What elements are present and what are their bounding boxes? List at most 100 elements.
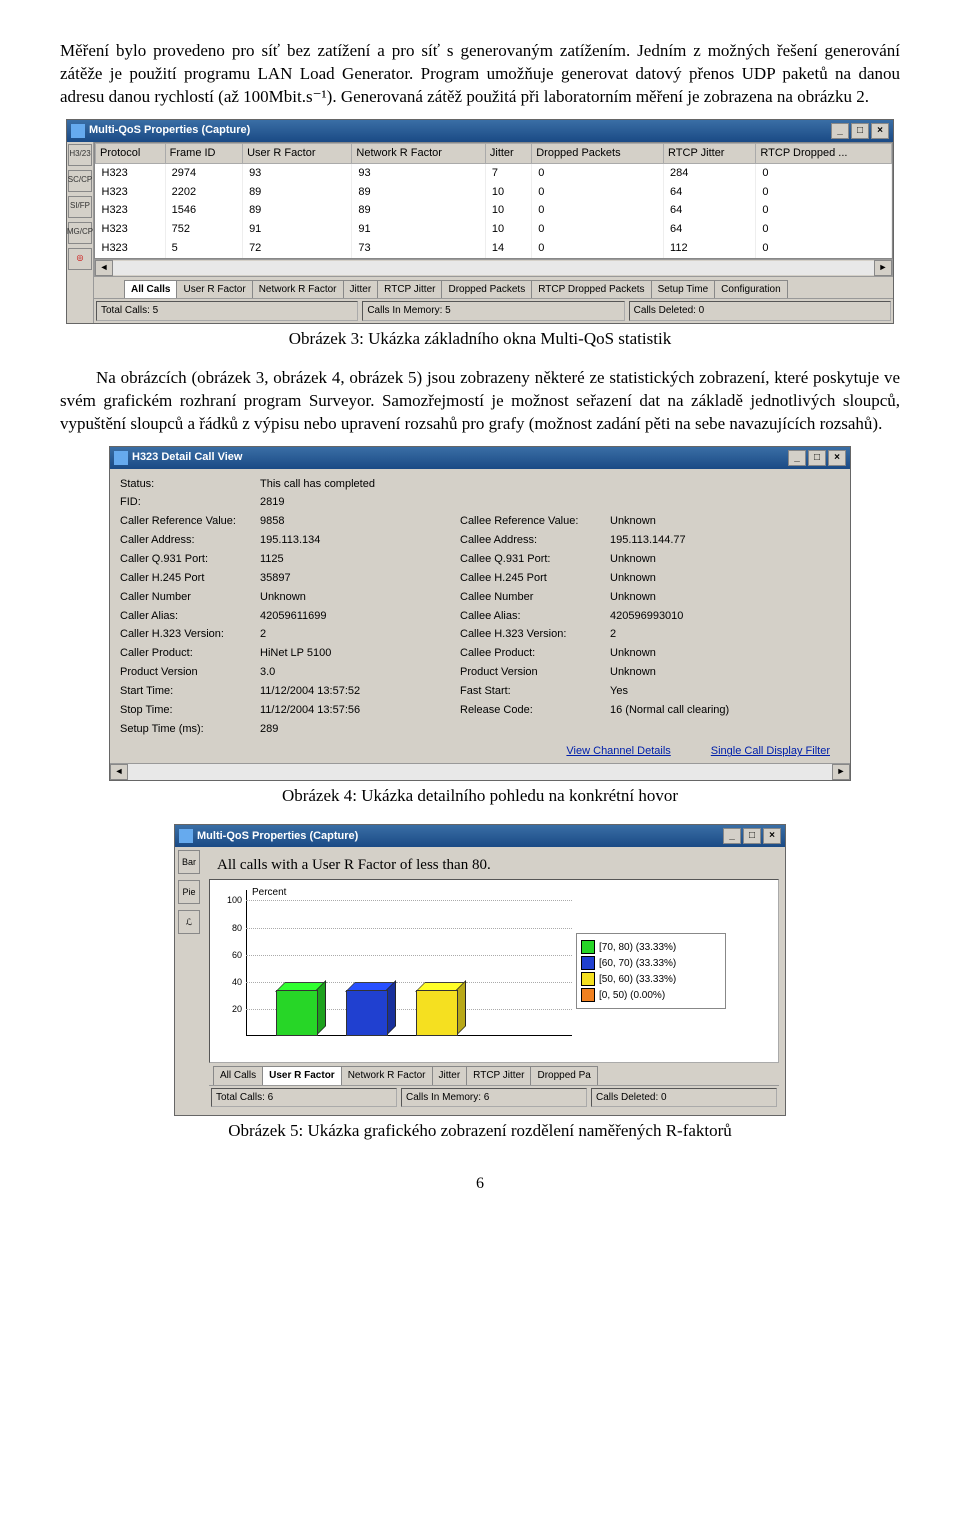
cell: 2974	[165, 163, 242, 182]
field-value: Yes	[610, 684, 840, 699]
tab[interactable]: RTCP Jitter	[466, 1066, 531, 1085]
field-value: 420596993010	[610, 609, 840, 624]
bottom-tabs: All CallsUser R FactorNetwork R FactorJi…	[94, 277, 893, 299]
multi-qos-table-window: Multi-QoS Properties (Capture) _ □ × H3/…	[66, 119, 894, 324]
minimize-button[interactable]: _	[788, 450, 806, 466]
y-tick-label: 100	[216, 894, 242, 906]
minimize-button[interactable]: _	[723, 828, 741, 844]
cell: H323	[96, 201, 166, 220]
tab[interactable]: All Calls	[124, 280, 177, 299]
field-label	[460, 477, 610, 492]
tab[interactable]: Dropped Pa	[530, 1066, 597, 1085]
cell: H323	[96, 239, 166, 258]
column-header[interactable]: Network R Factor	[352, 143, 485, 163]
tab[interactable]: Network R Factor	[252, 280, 344, 299]
field-label	[460, 722, 610, 737]
field-value: This call has completed	[260, 477, 460, 492]
field-value: 2	[260, 627, 460, 642]
table-row[interactable]: H32315468989100640	[96, 201, 892, 220]
titlebar[interactable]: Multi-QoS Properties (Capture) _ □ ×	[67, 120, 893, 142]
single-call-filter-link[interactable]: Single Call Display Filter	[711, 744, 830, 759]
field-label: FID:	[120, 495, 260, 510]
scroll-left-icon[interactable]: ◄	[95, 260, 113, 276]
cell: 73	[352, 239, 485, 258]
multi-qos-chart-window: Multi-QoS Properties (Capture) _ □ × Bar…	[174, 824, 786, 1116]
titlebar[interactable]: Multi-QoS Properties (Capture) _ □ ×	[175, 825, 785, 847]
field-label: Caller Address:	[120, 533, 260, 548]
status-bar: Total Calls: 5 Calls In Memory: 5 Calls …	[94, 298, 893, 323]
field-value: Unknown	[610, 590, 840, 605]
titlebar[interactable]: H323 Detail Call View _ □ ×	[110, 447, 850, 469]
tab[interactable]: Setup Time	[651, 280, 716, 299]
table-row[interactable]: H32329749393702840	[96, 163, 892, 182]
maximize-button[interactable]: □	[743, 828, 761, 844]
tab[interactable]: Network R Factor	[341, 1066, 433, 1085]
close-button[interactable]: ×	[763, 828, 781, 844]
status-bar: Total Calls: 6 Calls In Memory: 6 Calls …	[209, 1085, 779, 1110]
column-header[interactable]: RTCP Jitter	[664, 143, 756, 163]
minimize-button[interactable]: _	[831, 123, 849, 139]
maximize-button[interactable]: □	[851, 123, 869, 139]
scroll-right-icon[interactable]: ►	[832, 764, 850, 780]
cell: 89	[352, 201, 485, 220]
side-btn-sifp[interactable]: SI/FP	[68, 196, 92, 218]
tab[interactable]: RTCP Dropped Packets	[531, 280, 651, 299]
column-header[interactable]: Jitter	[485, 143, 531, 163]
legend-item: [50, 60) (33.33%)	[581, 972, 721, 986]
column-header[interactable]: RTCP Dropped ...	[756, 143, 892, 163]
scroll-right-icon[interactable]: ►	[874, 260, 892, 276]
side-btn-sccp[interactable]: SC/CP	[68, 170, 92, 192]
h-scrollbar[interactable]: ◄ ►	[110, 763, 850, 780]
field-label: Caller H.323 Version:	[120, 627, 260, 642]
tab[interactable]: Configuration	[714, 280, 787, 299]
detail-row: Setup Time (ms):289	[120, 720, 840, 739]
window-title: Multi-QoS Properties (Capture)	[89, 123, 250, 138]
cell: 89	[243, 201, 352, 220]
script-button[interactable]: ℒ	[178, 910, 200, 934]
view-channel-link[interactable]: View Channel Details	[566, 744, 670, 759]
close-button[interactable]: ×	[828, 450, 846, 466]
close-button[interactable]: ×	[871, 123, 889, 139]
cell: H323	[96, 163, 166, 182]
legend-item: [0, 50) (0.00%)	[581, 988, 721, 1002]
field-value	[610, 722, 840, 737]
side-btn-rec[interactable]: ◎	[68, 248, 92, 270]
field-label: Fast Start:	[460, 684, 610, 699]
field-label: Callee Address:	[460, 533, 610, 548]
scroll-left-icon[interactable]: ◄	[110, 764, 128, 780]
cell: 112	[664, 239, 756, 258]
window-icon	[179, 829, 193, 843]
figure4-caption: Obrázek 4: Ukázka detailního pohledu na …	[60, 785, 900, 808]
h-scrollbar[interactable]: ◄ ►	[94, 259, 893, 277]
figure3-caption: Obrázek 3: Ukázka základního okna Multi-…	[60, 328, 900, 351]
table-row[interactable]: H3237529191100640	[96, 220, 892, 239]
tab[interactable]: User R Factor	[262, 1066, 342, 1085]
tab[interactable]: Jitter	[343, 280, 379, 299]
column-header[interactable]: Frame ID	[165, 143, 242, 163]
column-header[interactable]: User R Factor	[243, 143, 352, 163]
field-label: Product Version	[120, 665, 260, 680]
field-label: Callee Q.931 Port:	[460, 552, 610, 567]
bottom-tabs: All CallsUser R FactorNetwork R FactorJi…	[209, 1063, 779, 1085]
field-label: Caller Alias:	[120, 609, 260, 624]
table-row[interactable]: H323572731401120	[96, 239, 892, 258]
tab[interactable]: All Calls	[213, 1066, 263, 1085]
bar-button[interactable]: Bar	[178, 850, 200, 874]
tab[interactable]: Jitter	[432, 1066, 468, 1085]
table-row[interactable]: H32322028989100640	[96, 183, 892, 202]
tab[interactable]: RTCP Jitter	[377, 280, 442, 299]
detail-row: Caller NumberUnknownCallee NumberUnknown	[120, 588, 840, 607]
y-tick-label: 60	[216, 949, 242, 961]
pie-button[interactable]: Pie	[178, 880, 200, 904]
detail-row: Caller Reference Value:9858Callee Refere…	[120, 512, 840, 531]
detail-row: Caller Q.931 Port:1125Callee Q.931 Port:…	[120, 550, 840, 569]
tab[interactable]: User R Factor	[176, 280, 252, 299]
tab[interactable]: Dropped Packets	[441, 280, 532, 299]
column-header[interactable]: Dropped Packets	[532, 143, 664, 163]
field-label: Callee Alias:	[460, 609, 610, 624]
side-btn-h323[interactable]: H3/23	[68, 144, 92, 166]
maximize-button[interactable]: □	[808, 450, 826, 466]
side-btn-mgcp[interactable]: MG/CP	[68, 222, 92, 244]
cell: 10	[485, 201, 531, 220]
column-header[interactable]: Protocol	[96, 143, 166, 163]
